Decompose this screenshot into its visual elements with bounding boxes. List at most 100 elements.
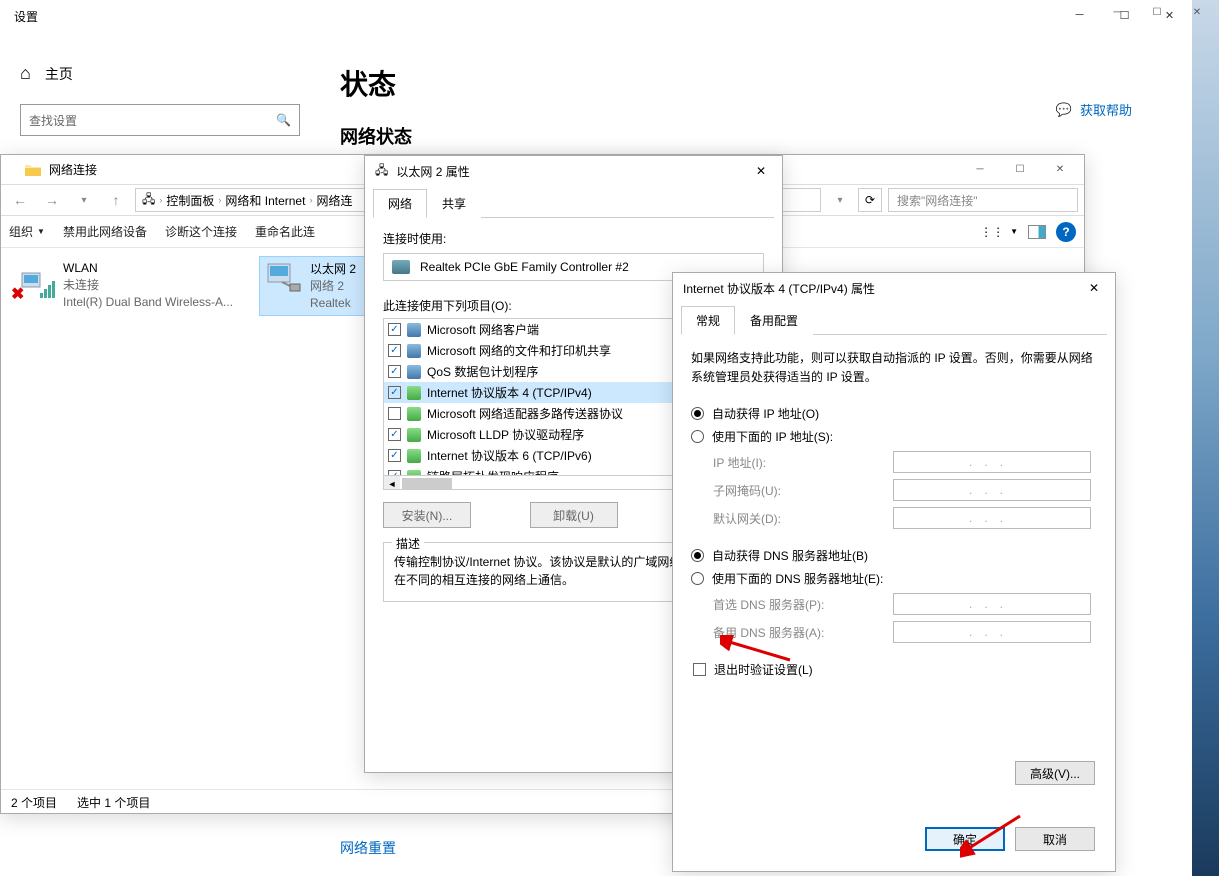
tab-general[interactable]: 常规 xyxy=(681,306,735,335)
breadcrumb-dropdown[interactable]: ▾ xyxy=(827,187,853,213)
rename-button[interactable]: 重命名此连 xyxy=(255,223,315,240)
refresh-button[interactable]: ⟳ xyxy=(858,188,882,212)
ipv4-close-button[interactable]: ✕ xyxy=(1079,277,1109,299)
props-tabs: 网络 共享 xyxy=(373,188,774,218)
dns1-input: ... xyxy=(893,593,1091,615)
props-title: 以太网 2 属性 xyxy=(396,163,469,180)
validate-on-exit-checkbox[interactable]: 退出时验证设置(L) xyxy=(693,661,1097,678)
exp-maximize[interactable]: ☐ xyxy=(1000,159,1040,179)
recent-dropdown[interactable]: ▾ xyxy=(71,187,97,213)
help-icon: 💬 xyxy=(1056,102,1072,118)
crumb-network-internet[interactable]: 网络和 Internet xyxy=(225,192,305,209)
settings-search-input[interactable]: 查找设置 🔍 xyxy=(20,104,300,136)
ipv4-titlebar: Internet 协议版本 4 (TCP/IPv4) 属性 ✕ xyxy=(673,273,1115,303)
forward-button[interactable]: → xyxy=(39,187,65,213)
disable-device-button[interactable]: 禁用此网络设备 xyxy=(63,223,147,240)
exp-minimize[interactable]: ─ xyxy=(960,159,1000,179)
minimize-button[interactable]: ─ xyxy=(1057,0,1102,30)
protocol-icon xyxy=(407,470,421,476)
dns2-input: ... xyxy=(893,621,1091,643)
tab-share[interactable]: 共享 xyxy=(427,189,481,218)
protocol-icon xyxy=(407,344,421,358)
item-label: Internet 协议版本 6 (TCP/IPv6) xyxy=(427,447,592,464)
gateway-label: 默认网关(D): xyxy=(713,510,893,527)
checkbox-icon[interactable]: ✓ xyxy=(388,449,401,462)
item-count: 2 个项目 xyxy=(11,794,57,809)
scroll-thumb[interactable] xyxy=(402,478,452,489)
home-label: 主页 xyxy=(45,64,73,84)
page-title: 状态 xyxy=(340,63,1152,103)
auto-dns-radio[interactable]: 自动获得 DNS 服务器地址(B) xyxy=(691,547,1097,564)
checkbox-icon[interactable] xyxy=(388,407,401,420)
manual-dns-radio[interactable]: 使用下面的 DNS 服务器地址(E): xyxy=(691,570,1097,587)
ipv4-cancel-button[interactable]: 取消 xyxy=(1015,827,1095,851)
connect-using-label: 连接时使用: xyxy=(383,230,764,247)
checkbox-icon[interactable]: ✓ xyxy=(388,344,401,357)
explorer-title: 网络连接 xyxy=(49,161,97,178)
ipv4-title: Internet 协议版本 4 (TCP/IPv4) 属性 xyxy=(683,280,875,297)
ipv4-properties-dialog: Internet 协议版本 4 (TCP/IPv4) 属性 ✕ 常规 备用配置 … xyxy=(672,272,1116,872)
advanced-button[interactable]: 高级(V)... xyxy=(1015,761,1095,785)
disconnected-icon: ✖ xyxy=(11,284,24,304)
eth-status: 网络 2 xyxy=(310,278,356,295)
nsc-close[interactable]: ✕ xyxy=(1177,2,1217,22)
ipv4-ok-button[interactable]: 确定 xyxy=(925,827,1005,851)
checkbox-icon[interactable]: ✓ xyxy=(388,428,401,441)
manual-ip-radio[interactable]: 使用下面的 IP 地址(S): xyxy=(691,428,1097,445)
crumb-network-connections[interactable]: 网络连 xyxy=(316,192,352,209)
help-icon[interactable]: ? xyxy=(1056,222,1076,242)
explorer-search-input[interactable]: 搜索"网络连接" xyxy=(888,188,1078,212)
auto-ip-radio[interactable]: 自动获得 IP 地址(O) xyxy=(691,405,1097,422)
tab-network[interactable]: 网络 xyxy=(373,189,427,218)
organize-menu[interactable]: 组织 ▼ xyxy=(9,223,45,240)
eth-name: 以太网 2 xyxy=(310,261,356,278)
nsc-maximize[interactable]: ☐ xyxy=(1137,2,1177,22)
radio-icon xyxy=(691,549,704,562)
eth-adapter-name: Realtek xyxy=(310,295,356,312)
props-titlebar: 🖧 以太网 2 属性 ✕ xyxy=(365,156,782,186)
checkbox-icon[interactable]: ✓ xyxy=(388,386,401,399)
install-button[interactable]: 安装(N)... xyxy=(383,502,471,528)
folder-icon xyxy=(25,163,41,177)
wlan-icon: ✖ xyxy=(13,260,55,302)
props-close-button[interactable]: ✕ xyxy=(746,160,776,182)
network-reset-link[interactable]: 网络重置 xyxy=(340,838,396,858)
exp-close[interactable]: ✕ xyxy=(1040,159,1080,179)
item-label: Microsoft LLDP 协议驱动程序 xyxy=(427,426,584,443)
subnet-mask-label: 子网掩码(U): xyxy=(713,482,893,499)
view-options-icon[interactable]: ⋮⋮ xyxy=(984,224,1000,240)
scroll-left-icon[interactable]: ◄ xyxy=(384,476,400,490)
checkbox-icon xyxy=(693,663,706,676)
checkbox-icon[interactable]: ✓ xyxy=(388,323,401,336)
search-placeholder: 查找设置 xyxy=(29,112,77,129)
diagnose-button[interactable]: 诊断这个连接 xyxy=(165,223,237,240)
home-nav[interactable]: ⌂ 主页 xyxy=(20,53,300,104)
uninstall-button[interactable]: 卸载(U) xyxy=(530,502,618,528)
tab-alternate[interactable]: 备用配置 xyxy=(735,306,813,335)
item-label: Internet 协议版本 4 (TCP/IPv4) xyxy=(427,384,592,401)
selected-count: 选中 1 个项目 xyxy=(77,794,150,809)
crumb-control-panel[interactable]: 控制面板 xyxy=(166,192,214,209)
up-button[interactable]: ↑ xyxy=(103,187,129,213)
desktop-wallpaper xyxy=(1192,0,1219,876)
checkbox-icon[interactable]: ✓ xyxy=(388,365,401,378)
wlan-adapter-name: Intel(R) Dual Band Wireless-A... xyxy=(63,294,233,311)
gateway-input: ... xyxy=(893,507,1091,529)
get-help-link[interactable]: 💬 获取帮助 xyxy=(1056,100,1132,119)
protocol-icon xyxy=(407,323,421,337)
item-label: Microsoft 网络客户端 xyxy=(427,321,539,338)
wlan-adapter-item[interactable]: ✖ WLAN 未连接 Intel(R) Dual Band Wireless-A… xyxy=(9,256,249,316)
checkbox-icon[interactable]: ✓ xyxy=(388,470,401,475)
subnet-mask-input: ... xyxy=(893,479,1091,501)
dns1-label: 首选 DNS 服务器(P): xyxy=(713,596,893,613)
back-button[interactable]: ← xyxy=(7,187,33,213)
settings-title: 设置 xyxy=(0,0,1192,33)
nsc-minimize[interactable]: ─ xyxy=(1097,2,1137,22)
section-heading: 网络状态 xyxy=(340,123,1152,149)
preview-pane-icon[interactable] xyxy=(1028,225,1046,239)
description-legend: 描述 xyxy=(392,535,424,552)
ipv4-intro-text: 如果网络支持此功能，则可以获取自动指派的 IP 设置。否则，你需要从网络系统管理… xyxy=(691,349,1097,387)
adapter-icon: 🖧 xyxy=(375,161,388,182)
dns2-label: 备用 DNS 服务器(A): xyxy=(713,624,893,641)
radio-icon xyxy=(691,430,704,443)
